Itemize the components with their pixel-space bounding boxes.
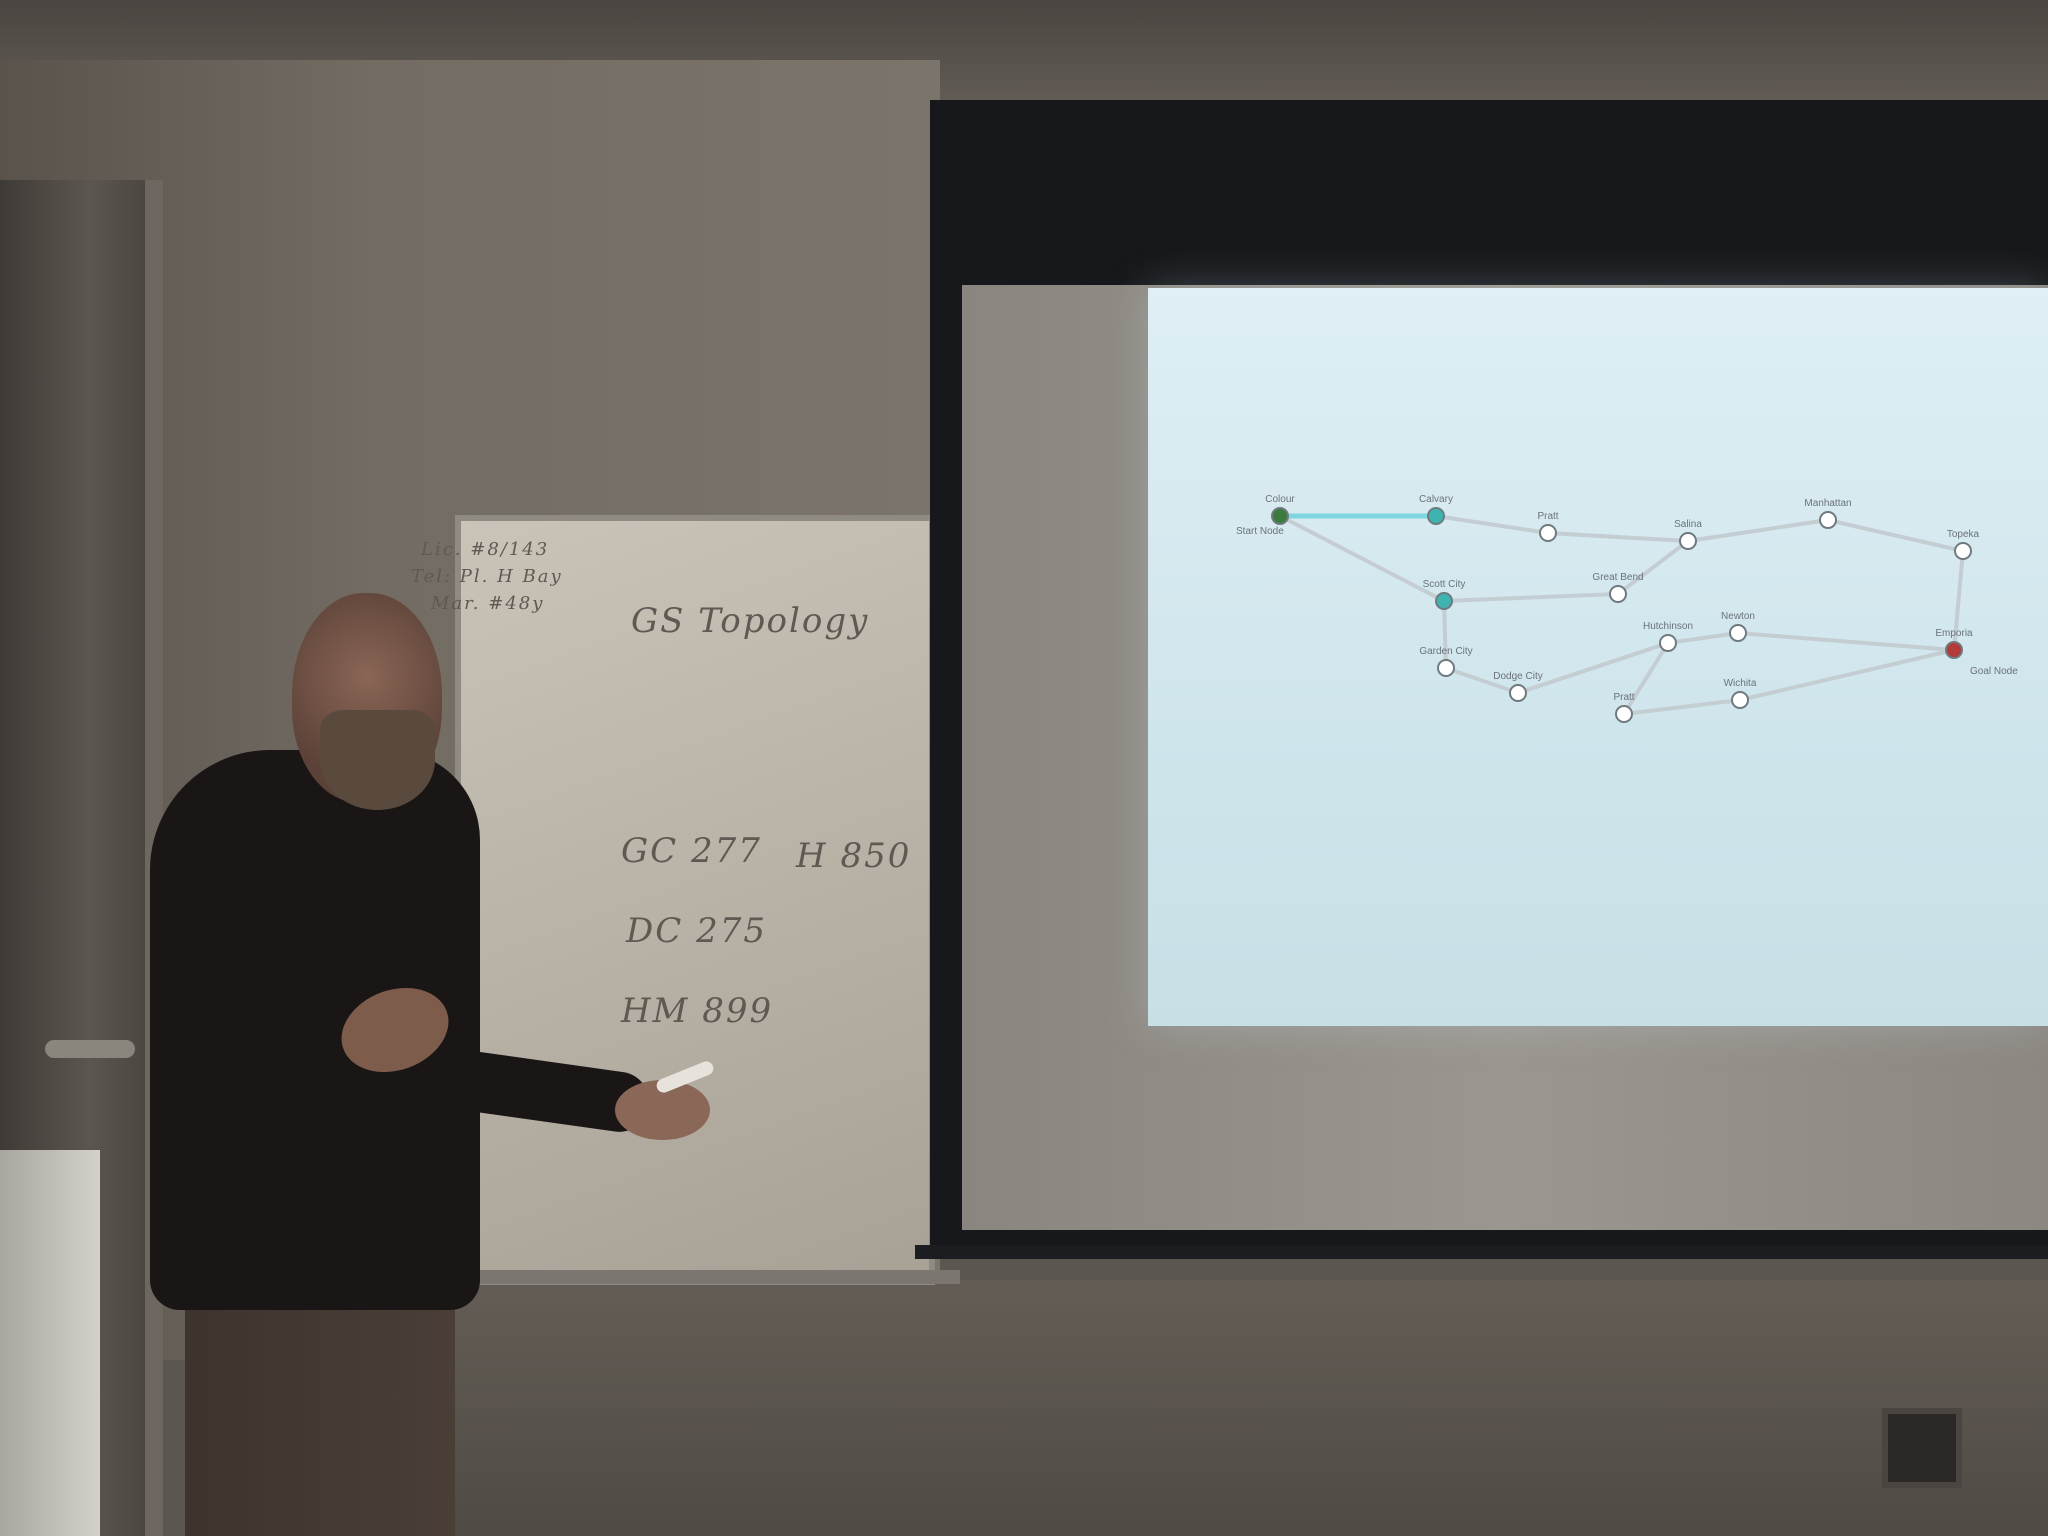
graph-node-label: Colour xyxy=(1265,494,1295,505)
graph-node-label: Pratt xyxy=(1613,692,1634,703)
graph-node-label: Manhattan xyxy=(1804,498,1851,509)
graph-edge xyxy=(1687,518,1829,543)
graph-diagram: Colour Calvary Pratt Salina Manhattan Topeka S… xyxy=(1236,494,2018,723)
start-node-label: Start Node xyxy=(1236,526,1284,537)
graph-edge xyxy=(1435,514,1549,535)
graph-edge xyxy=(1547,531,1689,543)
graph-node xyxy=(1615,705,1633,723)
graph-node xyxy=(1945,641,1963,659)
graph-node-label: Dodge City xyxy=(1493,671,1542,682)
whiteboard-note: DC 275 xyxy=(626,911,767,951)
presenter-beard xyxy=(320,710,435,810)
graph-edge xyxy=(1442,600,1448,669)
presenter-legs xyxy=(185,1290,455,1536)
graph-node xyxy=(1437,659,1455,677)
graph-edge xyxy=(1279,514,1445,603)
graph-edge xyxy=(1739,648,1955,702)
graph-node-label: Garden City xyxy=(1419,646,1472,657)
graph-node xyxy=(1659,634,1677,652)
graph-edge xyxy=(1667,631,1739,645)
graph-node-label: Great Bend xyxy=(1592,572,1643,583)
graph-node-label: Calvary xyxy=(1419,494,1453,505)
graph-node-label: Scott City xyxy=(1423,579,1466,590)
graph-node xyxy=(1731,691,1749,709)
graph-edge xyxy=(1616,539,1690,596)
whiteboard-note: GS Topology xyxy=(631,601,870,641)
graph-node-label: Salina xyxy=(1674,519,1702,530)
whiteboard-note: H 850 xyxy=(796,836,912,876)
graph-edge xyxy=(1737,631,1955,652)
wall-outlet xyxy=(1882,1408,1962,1488)
whiteboard-tray xyxy=(440,1270,960,1284)
lectern xyxy=(0,1150,100,1536)
graph-node xyxy=(1539,524,1557,542)
graph-node xyxy=(1954,542,1972,560)
graph-node-label: Topeka xyxy=(1947,529,1980,540)
screen-bottom-bar xyxy=(915,1245,2048,1259)
graph-node xyxy=(1509,684,1527,702)
graph-node xyxy=(1427,507,1445,525)
graph-edge xyxy=(1623,698,1741,716)
whiteboard-note: Lic. #8/143 xyxy=(421,539,550,560)
door-handle xyxy=(45,1040,135,1058)
graph-edge xyxy=(1827,518,1964,553)
graph-node xyxy=(1819,511,1837,529)
graph-node-label: Newton xyxy=(1721,611,1755,622)
graph-node-label: Emporia xyxy=(1935,628,1973,639)
whiteboard-note: Tel: Pl. H Bay xyxy=(411,566,563,587)
graph-edge xyxy=(1517,641,1669,695)
graph-node xyxy=(1609,585,1627,603)
graph-node-label: Pratt xyxy=(1537,511,1558,522)
graph-node-label: Wichita xyxy=(1724,678,1757,689)
graph-node xyxy=(1271,507,1289,525)
projected-slide: Colour Calvary Pratt Salina Manhattan Topeka S… xyxy=(1148,288,2048,1026)
graph-node xyxy=(1729,624,1747,642)
graph-node xyxy=(1435,592,1453,610)
whiteboard: Lic. #8/143 Tel: Pl. H Bay Mar. #48y GS … xyxy=(411,515,935,1285)
graph-edge xyxy=(1443,592,1619,603)
whiteboard-note: Mar. #48y xyxy=(431,593,545,614)
goal-node-label: Goal Node xyxy=(1970,666,2018,677)
lower-wall xyxy=(440,1280,2048,1536)
whiteboard-note: GC 277 xyxy=(621,831,762,871)
graph-node xyxy=(1679,532,1697,550)
graph-node-label: Hutchinson xyxy=(1643,621,1693,632)
whiteboard-note: HM 899 xyxy=(621,991,774,1031)
